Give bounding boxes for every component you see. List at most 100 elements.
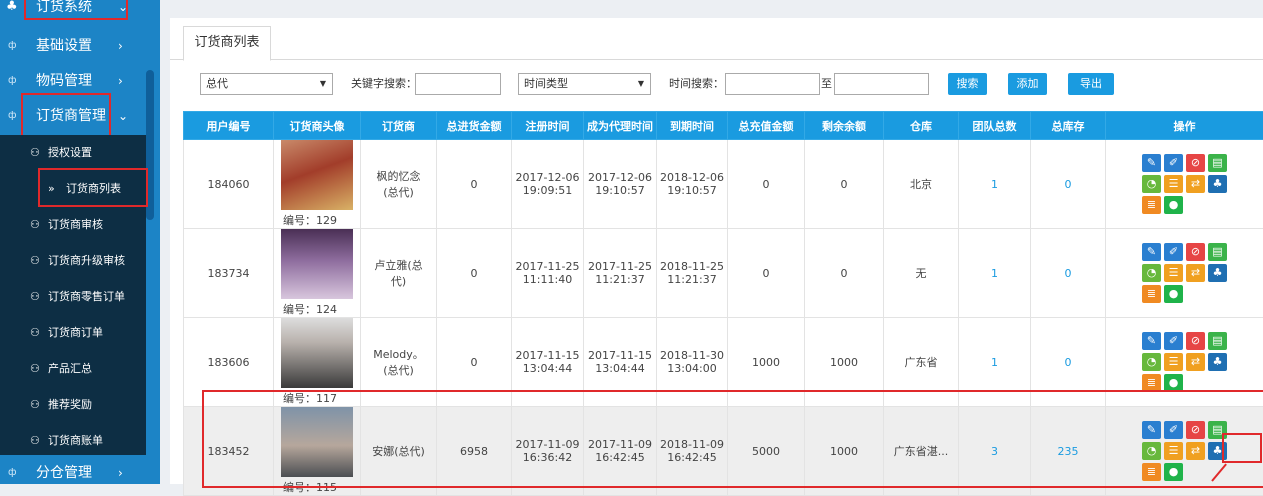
expire-time-cell: 2018-12-06 19:10:57 [657,140,728,229]
balance-cell: 0 [805,140,884,229]
team-count-link[interactable]: 1 [959,229,1031,318]
report-icon[interactable]: ≣ [1142,196,1161,214]
pencil-icon[interactable]: ✐ [1164,332,1183,350]
submenu-item-product-summary[interactable]: ⚇ 产品汇总 [0,351,146,387]
sidebar-item-dealer-management[interactable]: ф 订货商管理 ⌄ [0,98,146,134]
users-icon: ⚇ [30,423,40,459]
users-icon: ⚇ [30,207,40,243]
chevron-down-icon: ⌄ [118,0,128,24]
agent-time-cell: 2017-11-25 11:21:37 [584,229,657,318]
dropdown-arrow-icon: ▼ [638,74,644,94]
column-header: 操作 [1106,112,1263,140]
list-icon[interactable]: ☰ [1164,264,1183,282]
chat-bubble-icon[interactable]: ◔ [1142,264,1161,282]
keyword-label: 关键字搜索： [351,73,417,95]
sitemap-icon[interactable]: ♣ [1208,175,1227,193]
submenu-item-authorization[interactable]: ⚇ 授权设置 [0,135,146,171]
dealer-submenu: ⚇ 授权设置 » 订货商列表 ⚇ 订货商审核 ⚇ 订货商升级审核 ⚇ 订货商零售… [0,135,146,455]
submenu-item-retail-orders[interactable]: ⚇ 订货商零售订单 [0,279,146,315]
table-header-row: 用户编号订货商头像订货商总进货金额注册时间成为代理时间到期时间总充值金额剩余余额… [184,112,1263,140]
submenu-item-dealer-orders[interactable]: ⚇ 订货商订单 [0,315,146,351]
recharge-amount-cell: 0 [728,229,805,318]
column-header: 剩余余额 [805,112,884,140]
submenu-label: 订货商升级审核 [48,243,125,279]
avatar[interactable] [281,318,353,388]
tab-dealer-list[interactable]: 订货商列表 [183,26,271,61]
ban-icon[interactable]: ⊘ [1186,154,1205,172]
chevron-right-icon: › [118,28,123,64]
purchase-amount-cell: 0 [437,229,512,318]
level-select[interactable]: 总代 ▼ [200,73,333,95]
pencil-icon[interactable]: ✐ [1164,154,1183,172]
users-icon: ⚇ [30,135,40,171]
edit-profile-icon[interactable]: ✎ [1142,154,1161,172]
keyword-input[interactable] [415,73,501,95]
table-row[interactable]: 184060编号：129枫的忆念 (总代)02017-12-06 19:09:5… [184,140,1263,229]
list-icon[interactable]: ☰ [1164,353,1183,371]
transfer-icon[interactable]: ⇄ [1186,264,1205,282]
start-time-input[interactable] [725,73,820,95]
sidebar-item-label: 基础设置 [36,28,92,64]
submenu-item-upgrade-review[interactable]: ⚇ 订货商升级审核 [0,243,146,279]
sitemap-icon[interactable]: ♣ [1208,264,1227,282]
sidebar-item-basic-settings[interactable]: ф 基础设置 › [0,28,146,64]
add-button[interactable]: 添加 [1008,73,1047,95]
submenu-item-referral-reward[interactable]: ⚇ 推荐奖励 [0,387,146,423]
sidebar-item-warehouse-management[interactable]: ф 分仓管理 › [0,455,146,484]
submenu-item-dealer-bill[interactable]: ⚇ 订货商账单 [0,423,146,459]
message-icon[interactable]: ● [1164,196,1183,214]
stock-link[interactable]: 0 [1031,229,1106,318]
message-icon[interactable]: ● [1164,285,1183,303]
expire-time-cell: 2018-11-25 11:21:37 [657,229,728,318]
operations-group: ✎✐⊘▤ ◔☰⇄♣ ≣● [1142,243,1227,303]
chat-bubble-icon[interactable]: ◔ [1142,175,1161,193]
chevron-right-icon: › [118,455,123,484]
avatar-code: 编号：124 [281,301,353,317]
pencil-icon[interactable]: ✐ [1164,243,1183,261]
column-header: 订货商头像 [274,112,361,140]
table-row[interactable]: 183734编号：124卢立雅(总 代)02017-11-25 11:11:40… [184,229,1263,318]
operations-cell: ✎✐⊘▤ ◔☰⇄♣ ≣● [1106,140,1263,229]
transfer-icon[interactable]: ⇄ [1186,175,1205,193]
team-count-link[interactable]: 1 [959,140,1031,229]
edit-profile-icon[interactable]: ✎ [1142,332,1161,350]
avatar-cell: 编号：129 [274,140,361,229]
column-header: 总库存 [1031,112,1106,140]
document-icon[interactable]: ▤ [1208,332,1227,350]
document-icon[interactable]: ▤ [1208,154,1227,172]
warehouse-cell: 无 [884,229,959,318]
column-header: 总进货金额 [437,112,512,140]
avatar-wrap: 编号：129 [281,140,353,228]
document-icon[interactable]: ▤ [1208,243,1227,261]
report-icon[interactable]: ≣ [1142,285,1161,303]
column-header: 团队总数 [959,112,1031,140]
tree-node-icon: ф [8,63,17,99]
sitemap-icon[interactable]: ♣ [1208,353,1227,371]
export-button[interactable]: 导出 [1068,73,1114,95]
warehouse-cell: 北京 [884,140,959,229]
ban-icon[interactable]: ⊘ [1186,332,1205,350]
users-icon: ⚇ [30,279,40,315]
time-type-select[interactable]: 时间类型 ▼ [518,73,651,95]
end-time-input[interactable] [834,73,929,95]
sidebar-item-label: 订货商管理 [36,98,106,134]
ban-icon[interactable]: ⊘ [1186,243,1205,261]
list-icon[interactable]: ☰ [1164,175,1183,193]
avatar[interactable] [281,229,353,299]
users-icon: ⚇ [30,243,40,279]
submenu-item-dealer-list[interactable]: » 订货商列表 [0,171,146,207]
stock-link[interactable]: 0 [1031,140,1106,229]
level-select-value: 总代 [206,77,228,90]
submenu-label: 授权设置 [48,135,92,171]
operations-cell: ✎✐⊘▤ ◔☰⇄♣ ≣● [1106,229,1263,318]
users-icon: ⚇ [30,387,40,423]
search-button[interactable]: 搜索 [948,73,987,95]
chat-bubble-icon[interactable]: ◔ [1142,353,1161,371]
avatar[interactable] [281,140,353,210]
submenu-label: 订货商列表 [66,171,121,207]
edit-profile-icon[interactable]: ✎ [1142,243,1161,261]
submenu-item-dealer-review[interactable]: ⚇ 订货商审核 [0,207,146,243]
sidebar-item-order-system[interactable]: ♣ 订货系统 ⌄ [0,0,146,24]
highlight-op-box [1222,433,1262,463]
transfer-icon[interactable]: ⇄ [1186,353,1205,371]
